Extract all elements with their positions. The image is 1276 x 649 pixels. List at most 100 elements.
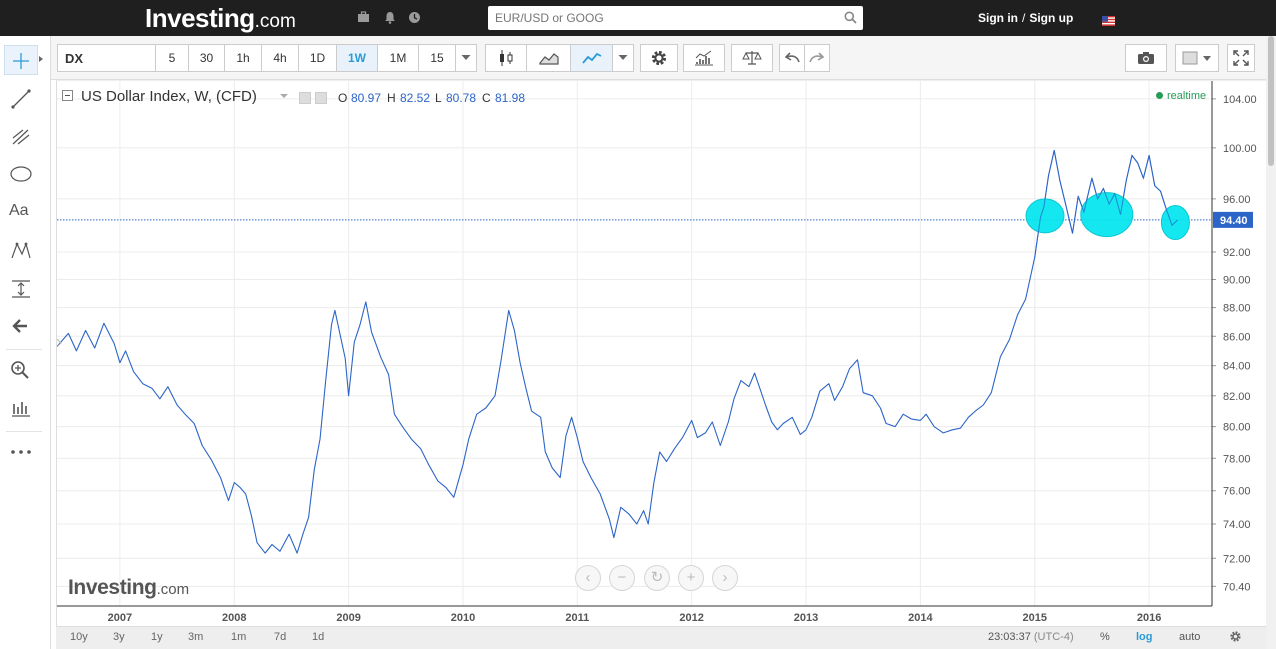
high-value: 82.52 [400, 91, 431, 105]
top-bar: Investing.com Sign in /Sign up [0, 0, 1276, 36]
back-tool[interactable] [4, 311, 38, 341]
site-logo[interactable]: Investing.com [145, 3, 296, 34]
candles-button[interactable] [485, 44, 527, 72]
collapse-legend-icon[interactable] [62, 90, 73, 101]
chart-type-dropdown[interactable] [612, 44, 634, 72]
indicator-tool[interactable] [4, 393, 38, 423]
pattern-tool[interactable] [4, 235, 38, 265]
price-chart[interactable]: 2007 2008 2009 2010 2011 2012 2013 2014 2015 2016… [57, 81, 1267, 627]
interval-button-active[interactable]: 1W [336, 44, 378, 72]
y-tick-label: 72.00 [1223, 553, 1251, 565]
line-icon [581, 52, 601, 64]
watermark-text: Investing [68, 576, 157, 599]
percent-toggle[interactable]: % [1100, 631, 1110, 643]
pattern-icon [11, 242, 31, 259]
x-tick-label: 2012 [679, 612, 703, 624]
bell-icon[interactable] [383, 11, 396, 24]
search-box[interactable] [488, 6, 863, 30]
search-input[interactable] [488, 6, 828, 30]
zoom-tool[interactable] [4, 355, 38, 385]
range-3y[interactable]: 3y [113, 631, 125, 643]
x-tick-label: 2016 [1137, 612, 1161, 624]
page-scrollbar[interactable] [1266, 36, 1276, 649]
highlight-ellipse [1025, 198, 1065, 234]
tool-divider [6, 349, 42, 350]
compare-icon [742, 51, 762, 65]
series-settings-icon[interactable] [299, 92, 311, 104]
crosshair-icon [13, 53, 29, 69]
interval-button[interactable]: 4h [261, 44, 299, 72]
low-value: 80.78 [446, 91, 477, 105]
range-1y[interactable]: 1y [151, 631, 163, 643]
series-close-icon[interactable] [315, 92, 327, 104]
open-label: O [338, 91, 348, 105]
range-1d[interactable]: 1d [312, 631, 324, 643]
chart-area[interactable]: 2007 2008 2009 2010 2011 2012 2013 2014 2015 2016… [56, 80, 1266, 626]
tool-expand-icon[interactable] [39, 56, 43, 62]
measure-tool[interactable] [4, 273, 38, 303]
briefcase-icon[interactable] [357, 11, 370, 24]
range-3m[interactable]: 3m [188, 631, 203, 643]
interval-button[interactable]: 1D [298, 44, 337, 72]
chevron-down-icon[interactable] [280, 94, 288, 98]
crosshair-tool[interactable] [4, 45, 43, 75]
us-flag-icon[interactable] [1102, 13, 1115, 26]
auto-toggle[interactable]: auto [1179, 631, 1200, 643]
series-title[interactable]: US Dollar Index, W, (CFD) [81, 88, 257, 105]
line-button-active[interactable] [570, 44, 613, 72]
minus-icon: − [617, 569, 627, 586]
y-tick-label: 80.00 [1223, 422, 1251, 434]
fullscreen-button[interactable] [1227, 44, 1255, 72]
pitchfork-tool[interactable] [4, 121, 38, 151]
indicators-button[interactable] [683, 44, 725, 72]
screenshot-button[interactable] [1125, 44, 1167, 72]
ellipse-tool[interactable] [4, 159, 38, 189]
bottom-bar: 10y 3y 1y 3m 1m 7d 1d 23:03:37 (UTC-4) %… [56, 626, 1266, 649]
server-clock[interactable]: 23:03:37 (UTC-4) [988, 631, 1074, 643]
more-tools[interactable] [4, 437, 38, 467]
back-arrow-icon [12, 319, 27, 333]
reset-button[interactable]: ↻ [644, 565, 670, 591]
sign-in-link[interactable]: Sign in [978, 11, 1018, 25]
open-value: 80.97 [351, 91, 382, 105]
undo-icon [784, 52, 800, 63]
interval-button[interactable]: 1h [224, 44, 262, 72]
range-10y[interactable]: 10y [70, 631, 88, 643]
interval-button[interactable]: 1M [377, 44, 419, 72]
interval-button[interactable]: 30 [188, 44, 225, 72]
zoom-out-button[interactable]: − [609, 565, 635, 591]
auth-separator: / [1022, 11, 1026, 25]
log-toggle[interactable]: log [1136, 631, 1153, 643]
interval-button[interactable]: 15 [418, 44, 456, 72]
text-tool[interactable]: Aa [4, 197, 38, 227]
range-7d[interactable]: 7d [274, 631, 286, 643]
range-1m[interactable]: 1m [231, 631, 246, 643]
redo-button[interactable] [804, 44, 830, 72]
low-label: L [435, 91, 442, 105]
y-tick-label: 86.00 [1223, 331, 1251, 343]
interval-dropdown[interactable] [455, 44, 477, 72]
symbol-input[interactable]: DX [57, 44, 157, 72]
scrollbar-thumb[interactable] [1268, 36, 1274, 166]
sign-up-link[interactable]: Sign up [1029, 11, 1073, 25]
scroll-right-button[interactable]: › [712, 565, 738, 591]
settings-button[interactable] [640, 44, 678, 72]
color-button[interactable] [1175, 44, 1219, 72]
interval-button[interactable]: 5 [155, 44, 189, 72]
high-label: H [387, 91, 396, 105]
compare-button[interactable] [731, 44, 773, 72]
logo-text: Investing [145, 3, 255, 33]
area-button[interactable] [526, 44, 571, 72]
settings-gear-icon[interactable] [1229, 630, 1242, 646]
clock-icon[interactable] [408, 11, 421, 24]
search-icon[interactable] [844, 11, 857, 24]
scroll-left-button[interactable]: ‹ [575, 565, 601, 591]
measure-icon [12, 280, 30, 298]
y-tick-label: 92.00 [1223, 247, 1251, 259]
text-icon: Aa [9, 202, 29, 219]
undo-button[interactable] [779, 44, 805, 72]
zoom-in-button[interactable]: + [678, 565, 704, 591]
trend-line-tool[interactable] [4, 83, 38, 113]
redo-icon [809, 52, 825, 63]
refresh-icon: ↻ [650, 569, 664, 586]
